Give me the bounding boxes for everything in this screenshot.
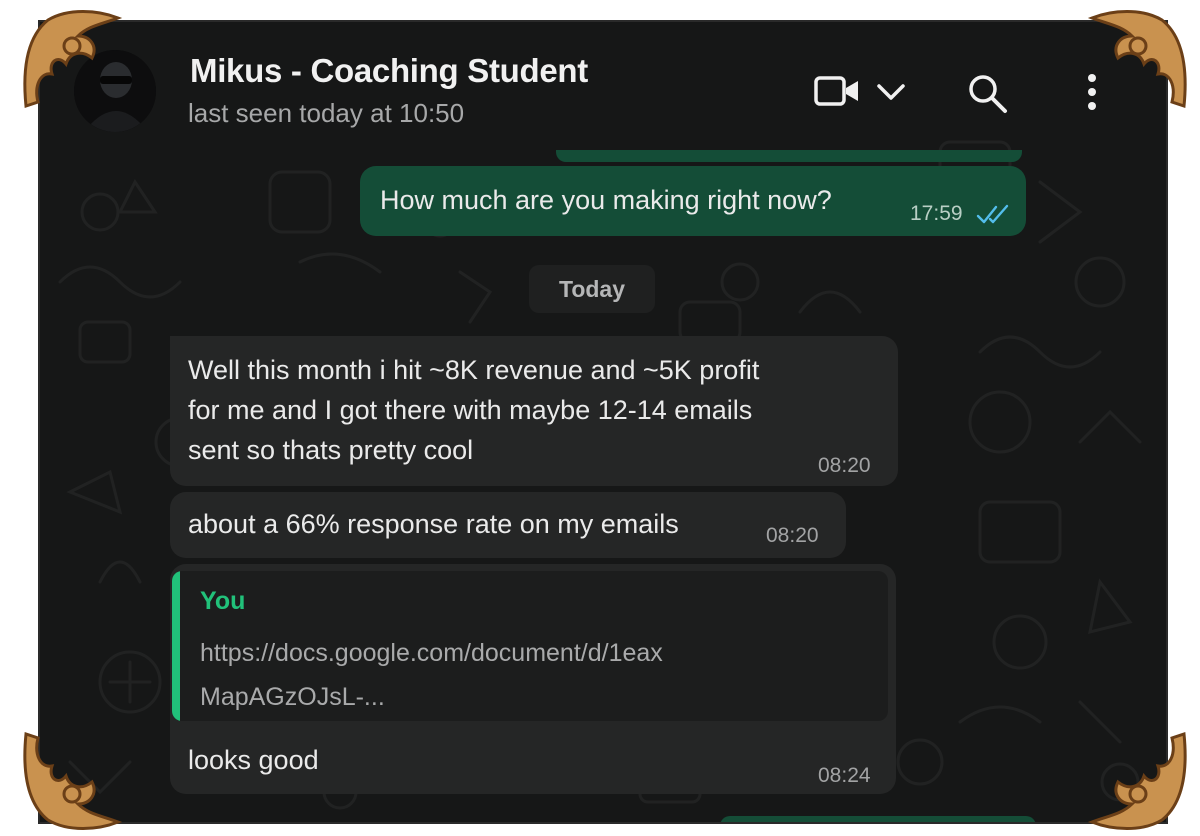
ornament-corner-bottom-left	[23, 731, 123, 830]
incoming-message[interactable]: about a 66% response rate on my emails 0…	[170, 492, 846, 558]
ornament-corner-top-left	[23, 10, 123, 109]
previous-message-edge	[556, 150, 1022, 162]
message-text: How much are you making right now?	[380, 185, 832, 215]
contact-name[interactable]: Mikus - Coaching Student	[190, 52, 588, 90]
message-text: looks good	[188, 745, 319, 775]
message-time: 08:20	[818, 454, 871, 477]
message-text: about a 66% response rate on my emails	[188, 509, 679, 539]
next-message-edge	[720, 816, 1036, 822]
last-seen-status: last seen today at 10:50	[188, 98, 465, 128]
chevron-down-icon[interactable]	[874, 80, 908, 104]
chat-header: Mikus - Coaching Student last seen today…	[40, 22, 1166, 152]
message-time: 08:20	[766, 524, 819, 547]
quote-accent-bar	[172, 571, 180, 721]
message-time: 17:59	[910, 202, 963, 225]
chat-window: Mikus - Coaching Student last seen today…	[40, 22, 1166, 822]
quote-text: https://docs.google.com/document/d/1eax …	[200, 639, 663, 711]
outgoing-message[interactable]: How much are you making right now? 17:59	[360, 166, 1026, 236]
video-call-icon[interactable]	[814, 74, 862, 110]
quoted-message[interactable]: You https://docs.google.com/document/d/1…	[172, 571, 888, 721]
double-check-icon	[976, 202, 1012, 233]
ornament-corner-top-right	[1087, 10, 1187, 109]
date-separator: Today	[529, 265, 655, 313]
ornament-corner-bottom-right	[1087, 731, 1187, 830]
message-text: Well this month i hit ~8K revenue and ~5…	[188, 355, 760, 465]
quote-author: You	[200, 587, 246, 615]
search-icon[interactable]	[966, 72, 1010, 116]
incoming-message[interactable]: Well this month i hit ~8K revenue and ~5…	[170, 336, 898, 486]
message-time: 08:24	[818, 764, 871, 787]
